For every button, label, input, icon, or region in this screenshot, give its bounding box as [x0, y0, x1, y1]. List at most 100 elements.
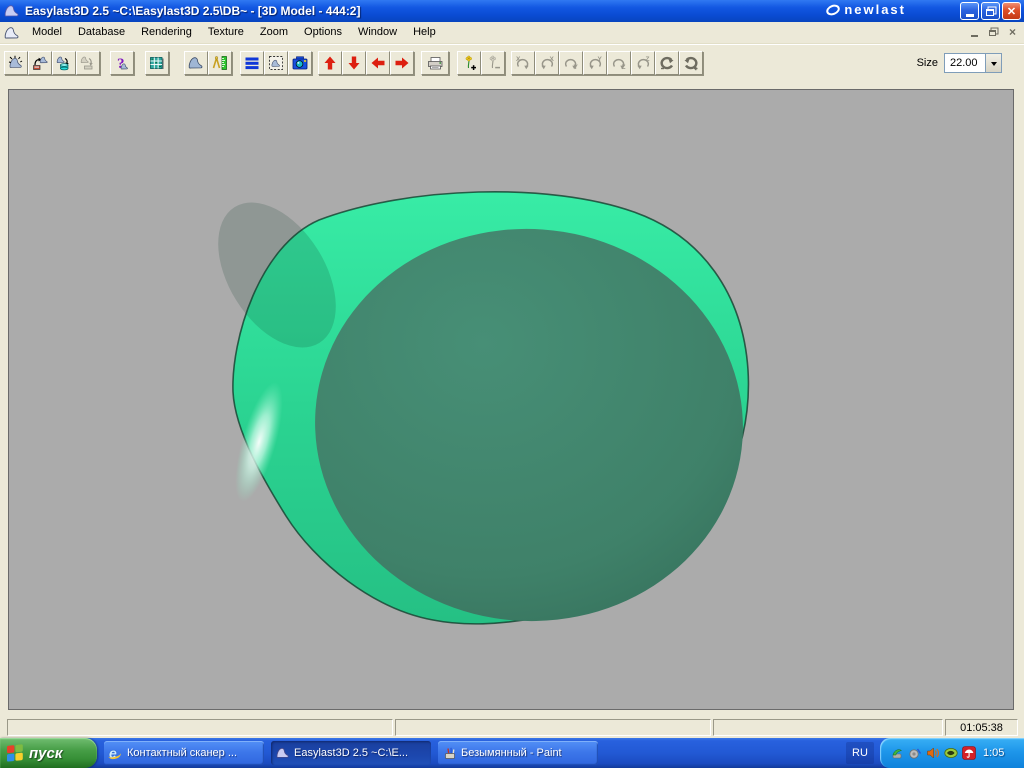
menu-zoom[interactable]: Zoom	[252, 22, 296, 43]
nvidia-icon[interactable]	[944, 746, 958, 760]
menu-options[interactable]: Options	[296, 22, 350, 43]
printer-icon	[428, 57, 443, 70]
camera-snapshot-icon	[292, 56, 308, 70]
size-combobox[interactable]: 22.00	[944, 53, 1002, 73]
sections-button[interactable]	[240, 51, 264, 75]
open-last-button[interactable]	[28, 51, 52, 75]
rotate-y-ccw-button-disabled: Y	[559, 51, 583, 75]
save-last-icon-disabled	[80, 56, 93, 70]
svg-text:Z: Z	[646, 56, 650, 63]
mdi-close-button[interactable]: ×	[1005, 25, 1020, 39]
audio-settings-icon[interactable]	[908, 746, 922, 760]
close-icon: ✕	[1006, 5, 1017, 18]
language-indicator[interactable]: RU	[846, 742, 874, 764]
avira-umbrella-icon[interactable]	[962, 746, 976, 760]
minimize-button[interactable]	[960, 2, 979, 20]
save-last-to-db-icon	[56, 56, 69, 71]
size-value: 22.00	[950, 57, 978, 69]
new-last-icon	[8, 55, 23, 68]
svg-text:Y: Y	[574, 64, 579, 71]
new-last-button[interactable]	[4, 51, 28, 75]
menu-rendering[interactable]: Rendering	[133, 22, 200, 43]
menu-window[interactable]: Window	[350, 22, 405, 43]
minimize-icon	[965, 14, 974, 17]
view-up-button[interactable]	[318, 51, 342, 75]
menu-texture[interactable]: Texture	[200, 22, 252, 43]
arrow-down-icon	[348, 56, 360, 70]
view-right-button[interactable]	[390, 51, 414, 75]
size-dropdown-button[interactable]	[985, 54, 1001, 72]
rotate-cw-plus-icon-disabled	[684, 56, 698, 71]
mdi-restore-icon	[989, 29, 996, 36]
taskbar-item-easylast3d[interactable]: Easylast3D 2.5 ~C:\E...	[271, 741, 431, 765]
mdi-minimize-button[interactable]	[967, 25, 982, 39]
taskbar-item-scanner[interactable]: e Контактный сканер ...	[104, 741, 264, 765]
save-last-button-disabled	[76, 51, 100, 75]
restore-button[interactable]	[981, 2, 1000, 20]
last-view-button[interactable]	[184, 51, 208, 75]
rotate-z-cw-button-disabled: Z	[631, 51, 655, 75]
svg-text:X: X	[550, 56, 555, 63]
compass-ruler-icon	[212, 56, 227, 70]
device-icon[interactable]	[890, 746, 904, 760]
help-question-icon: ?	[117, 56, 128, 71]
status-pane-3	[713, 719, 943, 736]
snapshot-button[interactable]	[288, 51, 312, 75]
database-table-button[interactable]	[145, 51, 169, 75]
rotate-z-ccw-button-disabled: Z	[607, 51, 631, 75]
rotate-x-ccw-icon-disabled: X	[516, 56, 530, 70]
help-button[interactable]: ?	[110, 51, 134, 75]
menu-help[interactable]: Help	[405, 22, 444, 43]
copy-view-icon	[269, 56, 283, 70]
model-viewport[interactable]	[8, 89, 1014, 710]
copy-view-button[interactable]	[264, 51, 288, 75]
newlast-oval-icon	[824, 2, 842, 17]
rotate-x-cw-button-disabled: X	[535, 51, 559, 75]
client-area	[0, 80, 1024, 717]
desktop: { "window": { "title": "Easylast3D 2.5 ~…	[0, 0, 1024, 768]
mdi-restore-button[interactable]	[986, 25, 1001, 39]
close-button[interactable]: ✕	[1002, 2, 1021, 20]
internet-explorer-icon: e	[109, 745, 123, 761]
print-button[interactable]	[421, 51, 449, 75]
svg-text:Z: Z	[622, 64, 626, 71]
status-pane-1	[7, 719, 393, 736]
save-last-to-db-button[interactable]	[52, 51, 76, 75]
add-point-button[interactable]	[457, 51, 481, 75]
title-bar[interactable]: Easylast3D 2.5 ~C:\Easylast3D 2.5\DB~ - …	[0, 0, 1024, 22]
arrow-right-icon	[395, 57, 409, 69]
task-items: e Контактный сканер ... Easylast3D 2.5 ~…	[104, 741, 598, 765]
rotate-y-cw-icon-disabled: Y	[588, 56, 603, 70]
start-button[interactable]: пуск	[0, 738, 97, 768]
newlast-logo: newlast	[824, 2, 906, 17]
chevron-down-icon	[990, 61, 997, 69]
mdi-close-icon: ×	[1008, 25, 1016, 39]
system-tray: 1:05	[880, 738, 1024, 768]
newlast-logo-text: newlast	[844, 2, 906, 17]
menu-database[interactable]: Database	[70, 22, 133, 43]
rotate-z-cw-icon-disabled: Z	[636, 56, 650, 70]
menu-model[interactable]: Model	[24, 22, 70, 43]
view-left-button[interactable]	[366, 51, 390, 75]
rotate-z-ccw-icon-disabled: Z	[612, 58, 626, 71]
volume-icon[interactable]	[926, 746, 940, 760]
view-down-button[interactable]	[342, 51, 366, 75]
status-bar: 01:05:38	[0, 717, 1024, 738]
delete-point-icon-disabled	[489, 55, 500, 69]
rotate-ccw-minus-icon-disabled	[660, 56, 674, 70]
rotate-ccw-minus-button-disabled	[655, 51, 679, 75]
taskbar-item-paint[interactable]: Безымянный - Paint	[438, 741, 598, 765]
app-shoe-icon[interactable]	[4, 3, 20, 19]
document-shoe-icon[interactable]	[4, 25, 20, 41]
measure-tools-button[interactable]	[208, 51, 232, 75]
rotate-x-ccw-button-disabled: X	[511, 51, 535, 75]
sections-icon	[245, 57, 259, 70]
restore-icon	[985, 8, 994, 16]
open-last-icon	[33, 56, 48, 70]
shoe-last-icon	[276, 747, 289, 758]
arrow-left-icon	[371, 57, 385, 69]
taskbar-clock[interactable]: 1:05	[983, 747, 1004, 759]
start-label: пуск	[29, 744, 63, 762]
last-view-icon	[188, 57, 203, 69]
rotate-cw-plus-button-disabled	[679, 51, 703, 75]
